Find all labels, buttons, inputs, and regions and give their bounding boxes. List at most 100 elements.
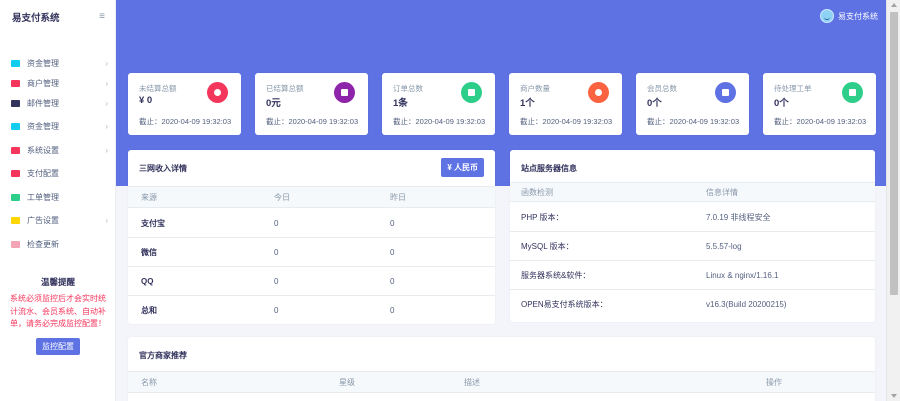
monitor-config-button[interactable]: 监控配置 xyxy=(36,337,80,355)
notice-text: 系统必须监控后才会实时统计流水、会员系统、自动补单，请务必完成监控配置！ xyxy=(10,294,106,328)
user-icon xyxy=(11,80,20,87)
today-cell: 0 xyxy=(274,247,279,257)
sidebar-item[interactable]: 检查更新 xyxy=(0,233,115,257)
mail-icon xyxy=(11,99,20,107)
sidebar-item-label: 广告设置 xyxy=(27,216,59,226)
col-desc: 描述 xyxy=(464,377,480,387)
avatar xyxy=(820,9,834,23)
merchants-title: 官方商家推荐 xyxy=(139,351,187,360)
col-name: 名称 xyxy=(141,377,157,387)
table-row: OPEN易支付系统版本： v16.3(Build 20200215) xyxy=(510,290,875,319)
stat-label: 待处理工单 xyxy=(774,84,812,93)
scroll-down-arrow-icon[interactable] xyxy=(891,394,897,398)
detail-cell: 5.5.57-log xyxy=(706,241,742,251)
yesterday-cell: 0 xyxy=(390,247,395,257)
chevron-right-icon: › xyxy=(105,122,108,132)
detail-cell: 7.0.19 非线程安全 xyxy=(706,212,771,222)
stat-card: 已结算总额 0元 截止：2020-04-09 19:32:03 xyxy=(255,73,368,135)
stat-date: 截止：2020-04-09 19:32:03 xyxy=(393,117,486,126)
sidebar-item-label: 邮件管理 xyxy=(27,98,59,108)
sidebar-item[interactable]: 工单管理 xyxy=(0,186,115,210)
detail-cell: v16.3(Build 20200215) xyxy=(706,300,787,309)
server-title: 站点服务器信息 xyxy=(521,164,577,173)
sidebar-item[interactable]: 支付配置 xyxy=(0,162,115,186)
wallet-icon xyxy=(334,82,355,103)
sidebar-item-label: 资金管理 xyxy=(27,122,59,132)
sidebar-item-label: 商户管理 xyxy=(27,79,59,88)
user-name: 易支付系统 xyxy=(838,11,878,21)
detail-cell: Linux & nginx/1.16.1 xyxy=(706,270,779,280)
user-circle-icon xyxy=(588,82,609,103)
stat-date: 截止：2020-04-09 19:32:03 xyxy=(774,117,867,126)
stat-label: 已结算总额 xyxy=(266,84,304,93)
stat-value: 0个 xyxy=(647,98,662,109)
brand-bar: 易支付系统 ≡ xyxy=(0,0,115,34)
stat-label: 商户数量 xyxy=(520,84,550,93)
cart-icon xyxy=(461,82,482,103)
col-today: 今日 xyxy=(274,192,290,202)
server-table-header: 函数检测 信息详情 xyxy=(510,182,875,202)
col-source: 来源 xyxy=(141,192,157,202)
stat-card: 订单总数 1条截止：2020-04-09 19:32:03 xyxy=(382,73,495,135)
stat-date: 截止：2020-04-09 19:32:03 xyxy=(647,117,740,126)
stat-card: 待处理工单 0个 截止：2020-04-09 19:32:03 xyxy=(763,73,876,135)
today-cell: 0 xyxy=(274,276,279,286)
sidebar-item-label: 资金管理 xyxy=(27,59,59,69)
income-panel: 三网收入详情 ¥ 人民币 来源 今日 昨日 支付宝 0 0 微信 0 0 QQ 0 0 总和 0 0 xyxy=(128,150,495,324)
sidebar-item[interactable]: 资金管理 › xyxy=(0,115,115,139)
stat-value: ¥ 0 xyxy=(139,95,153,106)
col-stars: 星级 xyxy=(339,377,355,387)
sidebar-item[interactable]: 广告设置 › xyxy=(0,209,115,233)
check-cell: OPEN易支付系统版本： xyxy=(521,300,608,309)
sidebar-item-label: 支付配置 xyxy=(27,169,59,179)
sidebar-item[interactable]: 系统设置 › xyxy=(0,139,115,163)
stat-value: 1个 xyxy=(520,98,535,109)
merchants-panel: 官方商家推荐 名称 星级 描述 操作 xyxy=(128,337,875,401)
sidebar: 易支付系统 ≡ 资金管理 › 商户管理 › 邮件管理 › 资金管理 › 系统设置 › 支付配置 工单管… xyxy=(0,0,116,401)
table-row: 总和 0 0 xyxy=(128,296,495,324)
update-icon xyxy=(11,240,20,248)
income-table-header: 来源 今日 昨日 xyxy=(128,186,495,208)
stat-card: 未结算总额 ¥ 0 截止：2020-04-09 19:32:03 xyxy=(128,73,241,135)
table-row: 服务器系统&软件： Linux & nginx/1.16.1 xyxy=(510,261,875,290)
yesterday-cell: 0 xyxy=(390,218,395,228)
source-cell: 支付宝 xyxy=(141,218,165,228)
stat-label: 订单总数 xyxy=(393,84,423,93)
table-row: QQ 0 0 xyxy=(128,267,495,296)
table-row: MySQL 版本： 5.5.57-log xyxy=(510,232,875,261)
sidebar-item[interactable]: 邮件管理 › xyxy=(0,92,115,116)
col-detail: 信息详情 xyxy=(706,187,738,197)
check-cell: PHP 版本： xyxy=(521,212,564,222)
settings-icon xyxy=(11,146,20,154)
chevron-right-icon: › xyxy=(105,145,108,155)
stat-value: 1条 xyxy=(393,98,408,109)
menu-toggle-icon[interactable]: ≡ xyxy=(99,12,105,22)
sidebar-item[interactable]: 资金管理 › xyxy=(0,52,115,76)
stat-card: 商户数量 1个 截止：2020-04-09 19:32:03 xyxy=(509,73,622,135)
sidebar-item-label: 检查更新 xyxy=(27,239,59,249)
stat-label: 会员总数 xyxy=(647,84,677,93)
currency-button[interactable]: ¥ 人民币 xyxy=(441,158,484,177)
sidebar-nav: 资金管理 › 商户管理 › 邮件管理 › 资金管理 › 系统设置 › 支付配置 工单管理 广告设置 › 检查… xyxy=(0,52,115,257)
check-cell: MySQL 版本： xyxy=(521,241,574,251)
chevron-right-icon: › xyxy=(105,59,108,69)
tag-icon xyxy=(11,170,20,178)
stat-card: 会员总数 0个截止：2020-04-09 19:32:03 xyxy=(636,73,749,135)
today-cell: 0 xyxy=(274,218,279,228)
col-action: 操作 xyxy=(766,377,782,387)
brand-name: 易支付系统 xyxy=(12,13,60,24)
col-yesterday: 昨日 xyxy=(390,192,406,202)
col-check: 函数检测 xyxy=(521,187,553,197)
page-scrollbar[interactable] xyxy=(886,0,900,401)
notice-box: 温馨提醒 系统必须监控后才会实时统计流水、会员系统、自动补单，请务必完成监控配置… xyxy=(8,276,108,355)
sidebar-item[interactable]: 商户管理 › xyxy=(0,76,115,92)
user-menu[interactable]: 易支付系统 xyxy=(820,9,878,23)
scroll-thumb[interactable] xyxy=(890,12,898,295)
stat-value: 0元 xyxy=(266,98,281,109)
chevron-right-icon: › xyxy=(105,216,108,226)
sidebar-item-label: 工单管理 xyxy=(27,192,59,202)
scroll-up-arrow-icon[interactable] xyxy=(891,3,897,7)
source-cell: 总和 xyxy=(141,306,157,315)
yesterday-cell: 0 xyxy=(390,276,395,286)
table-row: 微信 0 0 xyxy=(128,238,495,267)
